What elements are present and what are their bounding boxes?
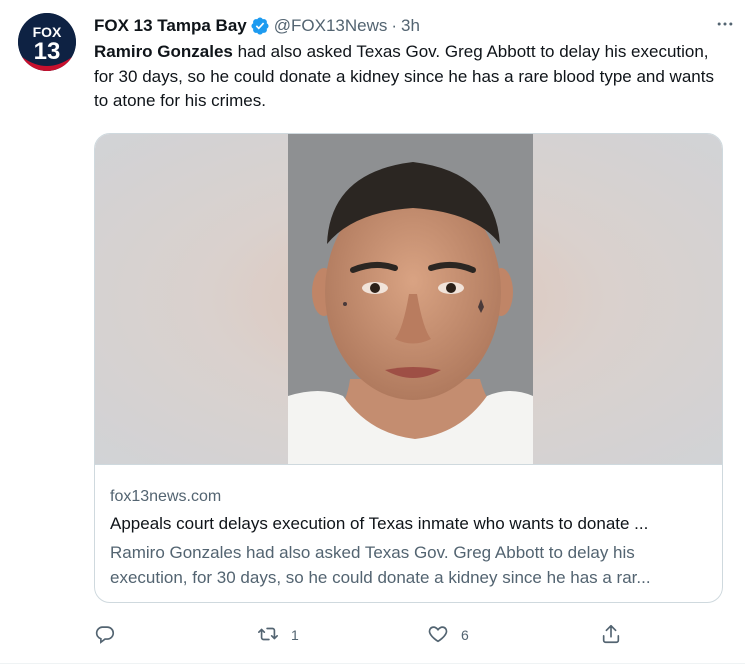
card-divider (95, 464, 722, 465)
tweet-header: FOX 13 Tampa Bay @FOX13News · 3h (94, 14, 735, 38)
logo-text-bottom: 13 (34, 38, 61, 65)
card-title[interactable]: Appeals court delays execution of Texas … (110, 514, 710, 534)
heart-icon (427, 623, 449, 648)
tweet-bottom-border (0, 663, 745, 664)
link-card[interactable]: fox13news.com Appeals court delays execu… (94, 133, 723, 603)
tweet[interactable]: FOX 13 FOX 13 Tampa Bay @FOX13News · 3h … (0, 0, 745, 666)
retweet-icon (257, 623, 279, 648)
card-image[interactable] (95, 134, 722, 464)
handle[interactable]: @FOX13News (274, 16, 388, 36)
more-horizontal-icon[interactable] (711, 10, 739, 38)
like-button[interactable]: 6 (427, 620, 469, 650)
share-button[interactable] (600, 620, 634, 650)
like-count: 6 (461, 627, 469, 643)
fox13-logo: FOX 13 (18, 13, 76, 71)
share-icon (600, 623, 622, 648)
card-domain: fox13news.com (110, 488, 222, 505)
retweet-button[interactable]: 1 (257, 620, 299, 650)
avatar[interactable]: FOX 13 (18, 13, 76, 71)
tweet-text-bold: Ramiro Gonzales (94, 42, 233, 61)
display-name[interactable]: FOX 13 Tampa Bay (94, 16, 247, 36)
verified-badge-icon (250, 16, 270, 36)
card-description: Ramiro Gonzales had also asked Texas Gov… (110, 543, 651, 587)
reply-icon (94, 623, 116, 648)
tweet-text: Ramiro Gonzales had also asked Texas Gov… (94, 40, 714, 114)
tweet-actions: 1 6 (94, 620, 624, 650)
retweet-count: 1 (291, 627, 299, 643)
reply-button[interactable] (94, 620, 128, 650)
separator-dot: · (391, 16, 398, 35)
timestamp[interactable]: 3h (401, 16, 420, 36)
mugshot-image (288, 134, 533, 464)
